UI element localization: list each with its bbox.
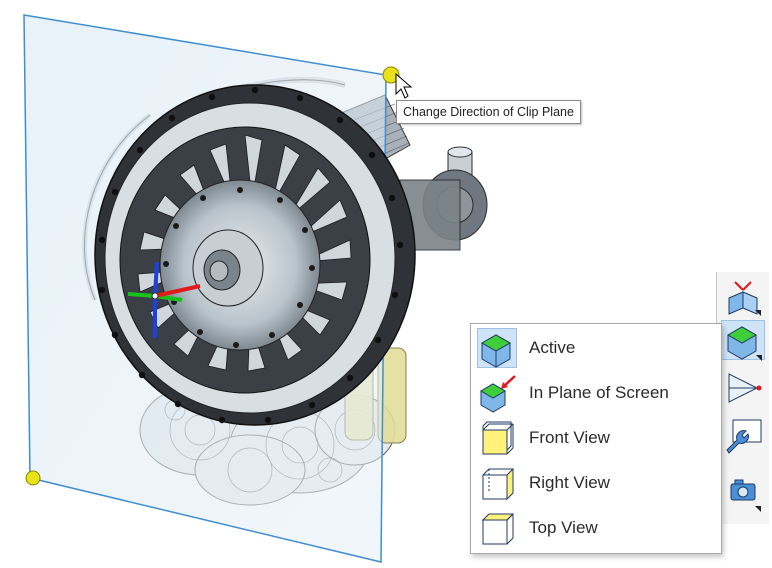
- menu-item-label: Top View: [529, 518, 598, 537]
- clip-plane-position-button[interactable]: [721, 276, 765, 316]
- clip-active-toolbar-button[interactable]: [721, 320, 765, 361]
- clip-settings-wrench-icon: [726, 419, 762, 454]
- menu-item-active[interactable]: Active: [475, 327, 717, 369]
- turbine-rotor: [94, 84, 416, 426]
- camera-button[interactable]: [721, 472, 765, 512]
- menu-item-icon-wrap: [477, 463, 517, 503]
- clip-plane-position-icon: [728, 281, 761, 316]
- tooltip-change-direction: Change Direction of Clip Plane: [396, 100, 581, 124]
- menu-item-label: Active: [529, 338, 576, 357]
- menu-item-icon-wrap: [477, 418, 517, 458]
- clip-plane-corner-handle[interactable]: [25, 470, 41, 486]
- menu-item-icon-wrap: [477, 328, 517, 368]
- menu-item-icon-wrap: [477, 373, 517, 413]
- menu-item-label: Front View: [529, 428, 610, 447]
- menu-item-label: In Plane of Screen: [529, 383, 669, 402]
- clip-right-view-icon: [482, 467, 514, 501]
- mouse-cursor-icon: [395, 72, 413, 99]
- menu-item-front-view[interactable]: Front View: [475, 417, 717, 459]
- clip-active-icon: [480, 334, 512, 368]
- clip-active-icon: [726, 326, 762, 361]
- camera-icon: [730, 479, 761, 512]
- clip-front-view-icon: [482, 421, 514, 455]
- clip-settings-button[interactable]: [721, 416, 765, 456]
- menu-item-top-view[interactable]: Top View: [475, 507, 717, 549]
- clip-plane-of-screen-icon: [480, 375, 516, 413]
- clip-direction-menu: Active In Plane of Screen Front View Rig…: [470, 323, 722, 554]
- section-view-button[interactable]: [721, 368, 765, 408]
- section-view-icon: [728, 373, 762, 403]
- clip-toolbar: [716, 272, 769, 524]
- menu-item-label: Right View: [529, 473, 610, 492]
- menu-item-in-plane-of-screen[interactable]: In Plane of Screen: [475, 372, 717, 414]
- menu-item-icon-wrap: [477, 508, 517, 548]
- menu-item-right-view[interactable]: Right View: [475, 462, 717, 504]
- clip-top-view-icon: [481, 513, 515, 545]
